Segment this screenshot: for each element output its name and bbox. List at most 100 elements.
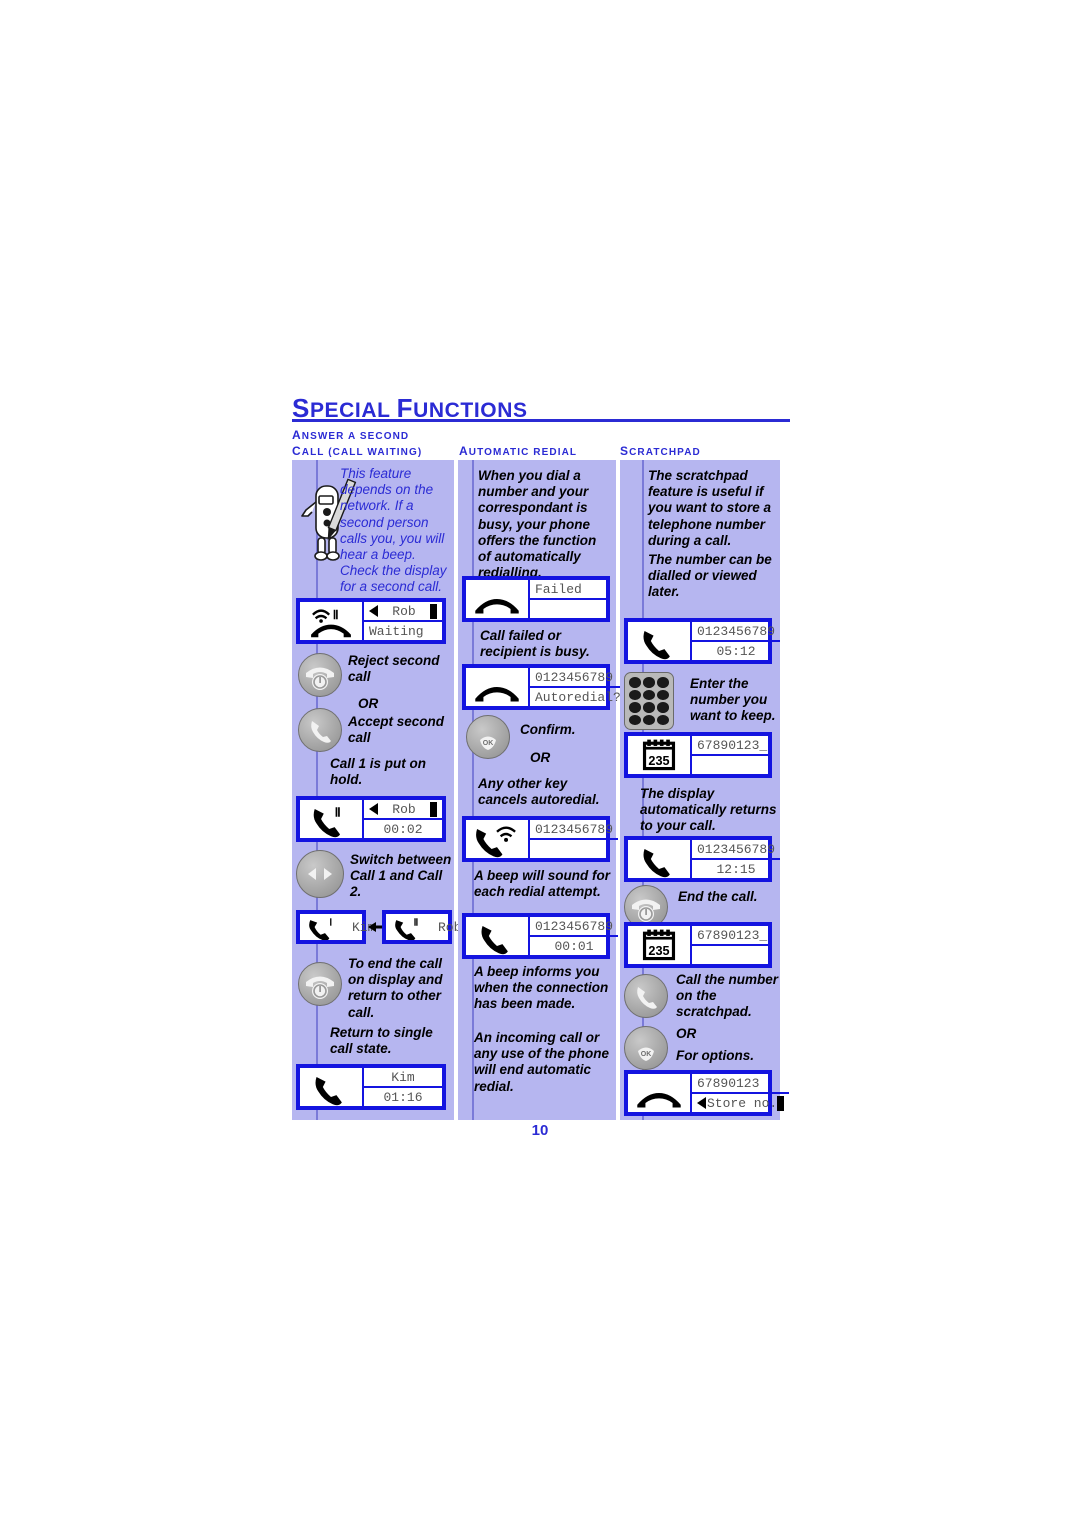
manual-page: SPECIAL FUNCTIONS ANSWER A SECOND CALL (… <box>0 0 1080 1528</box>
lcd-screen-connected: 0123456789 00:01 <box>462 913 619 959</box>
lcd-row-2 <box>530 840 618 858</box>
heading-cap: C <box>292 444 302 458</box>
title-divider <box>292 419 790 422</box>
heading-cap: S <box>620 444 630 458</box>
keypad-key <box>629 702 641 713</box>
lcd-row-1: Rob <box>364 800 442 820</box>
handset-signal-icon <box>466 820 530 858</box>
lcd-screen-autoredial-prompt: 0123456789 Autoredial? <box>462 664 626 710</box>
heading-rest: UTOMATIC REDIAL <box>468 447 578 458</box>
heading-rest: CRATCHPAD <box>629 447 701 458</box>
keypad-key <box>657 677 669 688</box>
lcd-row-2: 12:15 <box>716 861 756 877</box>
col2-cancel-note: Any other key cancels autoredial. <box>478 776 600 808</box>
lcd-small-call-two: Ⅱ Rob <box>382 910 461 944</box>
section-heading-automatic-redial: AUTOMATIC REDIAL <box>459 444 577 458</box>
section-heading-answer-second-call-line2: CALL (CALL WAITING) <box>292 444 422 458</box>
col3-enter-label: Enter the number you want to keep. <box>690 676 776 724</box>
svg-text:235: 235 <box>648 754 669 768</box>
lcd-rows: 0123456789 <box>530 820 619 858</box>
svg-text:235: 235 <box>648 944 669 958</box>
lcd-rows: Kim 01:16 <box>364 1068 442 1106</box>
col2-failed-note: Call failed or recipient is busy. <box>480 628 590 660</box>
lcd-row-2: 00:02 <box>383 821 423 837</box>
col2-beep-note: A beep will sound for each redial attemp… <box>474 868 611 900</box>
col1-reject-label: Reject second call <box>348 653 440 685</box>
lcd-row-2: Autoredial? <box>535 689 621 705</box>
cursor-bar-icon <box>777 1095 785 1111</box>
lcd-rows: 67890123 Store no. <box>692 1074 790 1112</box>
accept-call-key-icon[interactable] <box>298 708 342 752</box>
cursor-bar-icon <box>430 801 437 817</box>
lcd-row-2: Waiting <box>369 623 424 639</box>
lcd-rows: 0123456789 Autoredial? <box>530 668 626 706</box>
lcd-rows: 0123456789 05:12 <box>692 622 781 660</box>
col3-options-label: For options. <box>676 1048 754 1063</box>
cursor-bar-icon <box>430 603 437 619</box>
lcd-row-1: 0123456789 <box>530 668 626 688</box>
col3-or-1: OR <box>676 1026 697 1041</box>
keypad-icon[interactable] <box>624 672 674 730</box>
left-arrow-icon <box>697 1097 706 1109</box>
col1-switch-label: Switch between Call 1 and Call 2. <box>350 852 452 900</box>
lcd-screen-call-two-active: Ⅱ Rob 00:02 <box>296 796 446 842</box>
keypad-key <box>629 689 641 700</box>
lcd-row-2 <box>530 600 606 618</box>
end-call-key-icon[interactable] <box>298 962 342 1006</box>
left-arrow-icon <box>369 605 378 617</box>
lcd-row-2: 00:01 <box>554 938 594 954</box>
lcd-screen-call-failed: Failed <box>462 576 610 622</box>
col2-or-1: OR <box>530 750 551 765</box>
svg-text:Ⅱ: Ⅱ <box>414 917 419 928</box>
handset-down-icon <box>466 668 530 706</box>
lcd-rows: Rob Waiting <box>364 602 442 640</box>
col3-return-note: The display automatically returns to you… <box>640 786 777 834</box>
handset-icon <box>628 840 692 878</box>
keypad-key <box>657 689 669 700</box>
svg-text:Ⅰ: Ⅰ <box>329 917 332 928</box>
lcd-rows: 0123456789 00:01 <box>530 917 619 955</box>
call-key-icon[interactable] <box>624 974 668 1018</box>
handset-two-small-icon: Ⅱ <box>386 914 436 940</box>
lcd-rows: Failed <box>530 580 606 618</box>
lcd-row-1: Kim <box>364 1068 442 1088</box>
lcd-row-2 <box>692 946 772 964</box>
col1-end-label: To end the call on display and return to… <box>348 956 443 1020</box>
lcd-small-call-one: Ⅰ Kim <box>296 910 375 944</box>
col1-single-note: Return to single call state. <box>330 1025 433 1057</box>
lcd-screen-call-resumed: 0123456789 12:15 <box>624 836 781 882</box>
handset-icon <box>300 1068 364 1106</box>
col2-intro-text: When you dial a number and your correspo… <box>478 468 597 581</box>
col2-end-note: An incoming call or any use of the phone… <box>474 1030 610 1094</box>
svg-text:OK: OK <box>641 1051 652 1058</box>
keypad-key <box>643 677 655 688</box>
lcd-row-1: 0123456789 <box>692 622 781 642</box>
col3-endcall-label: End the call. <box>678 889 758 904</box>
svg-text:Ⅱ: Ⅱ <box>335 805 341 819</box>
lcd-row-2: 01:16 <box>383 1089 423 1105</box>
keypad-key <box>657 702 669 713</box>
lcd-row-1: 0123456789 <box>692 840 781 860</box>
lcd-row-1: Failed <box>530 580 606 600</box>
navigation-left-right-key-icon[interactable] <box>296 850 344 898</box>
svg-text:Ⅱ: Ⅱ <box>333 609 339 622</box>
lcd-screen-single-call: Kim 01:16 <box>296 1064 446 1110</box>
col3-call-label: Call the number on the scratchpad. <box>676 972 779 1020</box>
keypad-key <box>629 714 641 725</box>
handset-icon <box>466 917 530 955</box>
keypad-key <box>657 714 669 725</box>
reject-call-key-icon[interactable] <box>298 653 342 697</box>
section-heading-answer-second-call-line1: ANSWER A SECOND <box>292 428 409 442</box>
ok-confirm-key-icon[interactable]: OK <box>466 715 510 759</box>
notepad-icon: 235 <box>628 926 692 964</box>
lcd-row-1: 67890123_ <box>692 926 773 946</box>
lcd-rows: 0123456789 12:15 <box>692 840 781 878</box>
ok-options-key-icon[interactable]: OK <box>624 1026 668 1070</box>
lcd-rows: 67890123_ <box>692 736 773 774</box>
section-heading-scratchpad: SCRATCHPAD <box>620 444 701 458</box>
heading-cap: A <box>292 428 302 442</box>
lcd-screen-active-call: 0123456789 05:12 <box>624 618 781 664</box>
col3-intro-text-1: The scratchpad feature is useful if you … <box>648 468 772 548</box>
notepad-icon: 235 <box>628 736 692 774</box>
col1-accept-label: Accept second call <box>348 714 445 746</box>
